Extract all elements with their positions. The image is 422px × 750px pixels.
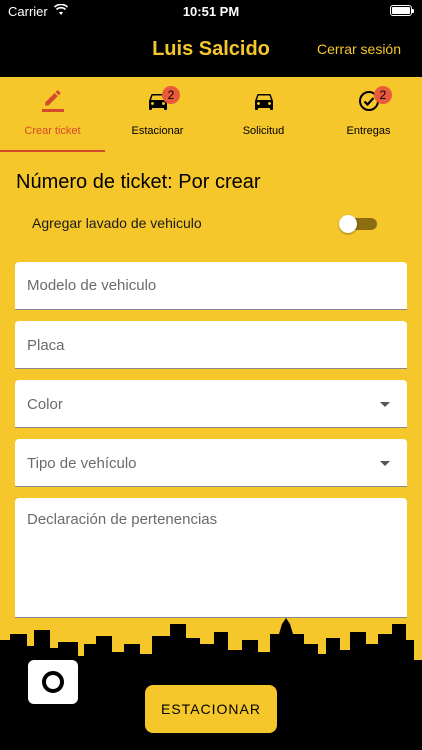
vehicle-type-select[interactable]: Tipo de vehículo <box>15 439 407 487</box>
tab-bar: Crear ticket 2 Estacionar Solicitud 2 En… <box>0 77 422 152</box>
battery-icon <box>390 5 414 16</box>
plate-field[interactable]: Placa <box>15 321 407 369</box>
logout-button[interactable]: Cerrar sesión <box>317 41 401 57</box>
toggle-thumb <box>339 215 357 233</box>
tab-crear-ticket[interactable]: Crear ticket <box>0 77 105 152</box>
camera-icon <box>42 671 64 693</box>
notification-badge: 2 <box>374 86 392 104</box>
tab-label: Estacionar <box>131 125 184 137</box>
tab-label: Solicitud <box>242 125 285 137</box>
edit-icon <box>41 90 64 112</box>
car-icon <box>254 94 273 110</box>
color-placeholder: Color <box>27 396 63 413</box>
color-select[interactable]: Color <box>15 380 407 428</box>
ticket-number-heading: Número de ticket: Por crear <box>16 171 261 193</box>
wash-toggle-label: Agregar lavado de vehiculo <box>32 215 202 231</box>
status-bar: Carrier 10:51 PM <box>0 0 422 22</box>
plate-placeholder: Placa <box>27 337 65 354</box>
active-tab-indicator <box>0 150 105 152</box>
belongings-placeholder: Declaración de pertenencias <box>27 511 218 528</box>
tab-label: Entregas <box>346 125 391 137</box>
tab-estacionar[interactable]: 2 Estacionar <box>105 77 210 152</box>
vehicle-type-placeholder: Tipo de vehículo <box>27 455 137 472</box>
tab-label: Crear ticket <box>24 125 81 137</box>
clock: 10:51 PM <box>182 4 240 19</box>
park-button[interactable]: ESTACIONAR <box>145 685 277 733</box>
belongings-textarea[interactable]: Declaración de pertenencias <box>15 498 407 618</box>
chevron-down-icon <box>380 402 390 407</box>
camera-button[interactable] <box>28 660 78 704</box>
vehicle-model-placeholder: Modelo de vehiculo <box>27 277 157 294</box>
tab-entregas[interactable]: 2 Entregas <box>316 77 421 152</box>
wash-toggle[interactable] <box>339 215 377 233</box>
app-bar: Luis Salcido Cerrar sesión <box>0 22 422 77</box>
vehicle-model-field[interactable]: Modelo de vehiculo <box>15 262 407 310</box>
chevron-down-icon <box>380 461 390 466</box>
tab-solicitud[interactable]: Solicitud <box>211 77 316 152</box>
notification-badge: 2 <box>162 86 180 104</box>
